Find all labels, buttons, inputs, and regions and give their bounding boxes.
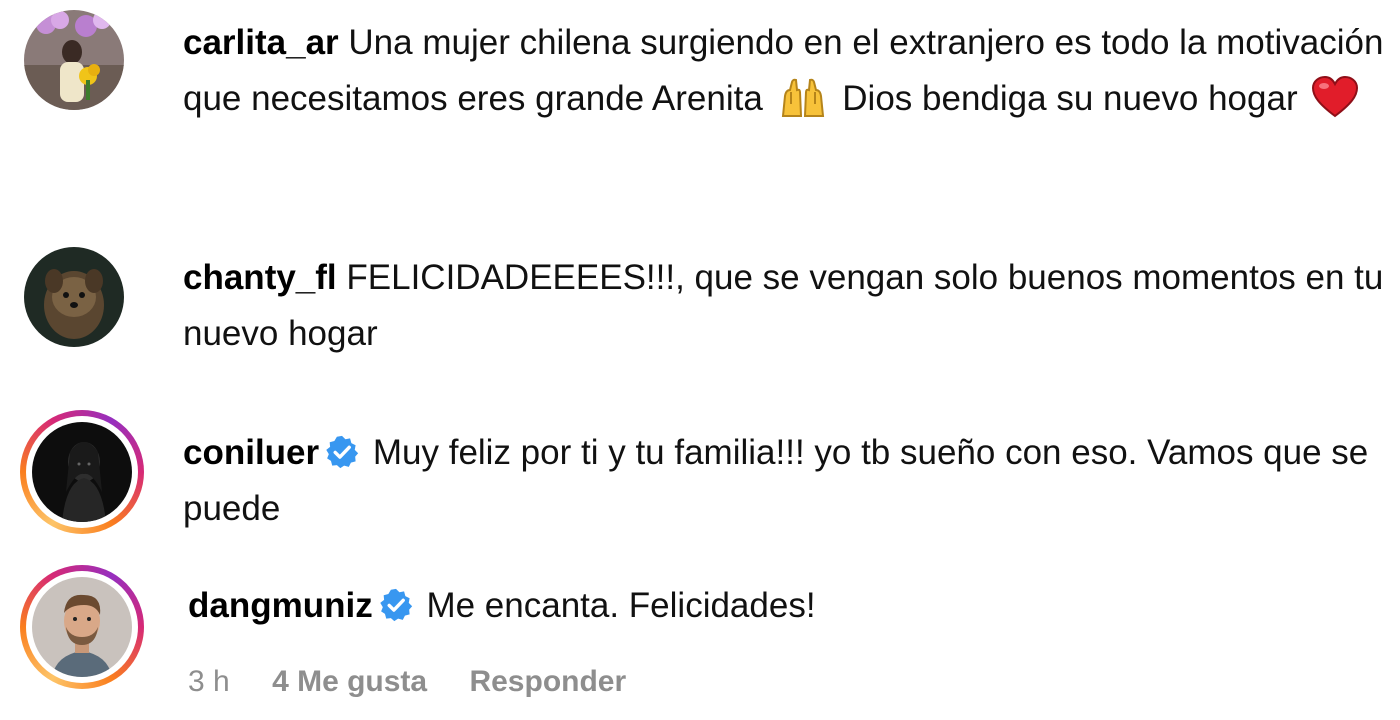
story-ring-avatar[interactable] bbox=[20, 410, 144, 534]
comment-text-block: chanty_fl FELICIDADEEEES!!!, que se veng… bbox=[183, 250, 1388, 362]
avatar-image bbox=[32, 577, 132, 677]
likes-count-button[interactable]: 4 Me gusta bbox=[272, 665, 427, 698]
comment-username[interactable]: carlita_ar bbox=[183, 23, 339, 62]
story-ring-avatar[interactable] bbox=[20, 565, 144, 689]
reply-button[interactable]: Responder bbox=[469, 665, 626, 698]
avatar[interactable] bbox=[24, 247, 126, 349]
comment-meta: 3 h 4 Me gusta Responder bbox=[188, 660, 660, 704]
comment-text-block: carlita_ar Una mujer chilena surgiendo e… bbox=[183, 15, 1388, 127]
avatar-image bbox=[32, 422, 132, 522]
comment-text-continued: Dios bendiga su nuevo hogar bbox=[842, 79, 1298, 118]
comment-text: Muy feliz por ti y tu familia!!! yo tb s… bbox=[183, 433, 1369, 528]
verified-badge-icon bbox=[379, 588, 413, 622]
avatar[interactable] bbox=[24, 10, 126, 112]
verified-badge-icon bbox=[325, 435, 359, 469]
comment-text: FELICIDADEEEES!!!, que se vengan solo bu… bbox=[183, 258, 1384, 353]
comment-username[interactable]: dangmuniz bbox=[188, 586, 373, 625]
raising-hands-emoji-icon bbox=[777, 78, 829, 118]
comment-timestamp[interactable]: 3 h bbox=[188, 665, 230, 698]
red-heart-emoji-icon bbox=[1311, 76, 1359, 118]
comment-username[interactable]: coniluer bbox=[183, 433, 319, 472]
avatar-image bbox=[24, 247, 124, 347]
comment-text-block: dangmuniz Me encanta. Felicidades! bbox=[188, 578, 1393, 634]
comment-text: Me encanta. Felicidades! bbox=[426, 586, 816, 625]
comment-username[interactable]: chanty_fl bbox=[183, 258, 337, 297]
comment-text-block: coniluer Muy feliz por ti y tu familia!!… bbox=[183, 425, 1388, 537]
avatar-image bbox=[24, 10, 124, 110]
